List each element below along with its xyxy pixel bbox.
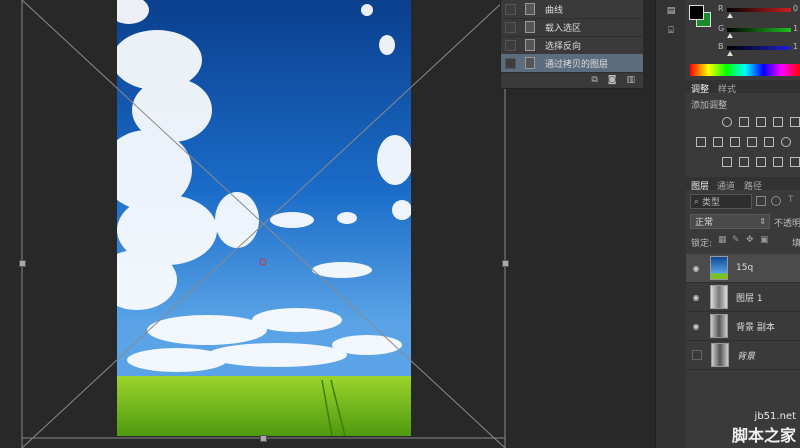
foreground-color-swatch[interactable] [689, 5, 704, 20]
history-item-label: 通过拷贝的图层 [545, 59, 609, 70]
right-panel: R 0 G 1 B 1 调整 样式 添加调整 图层 通道 路径 ⌕ 类型 T 正… [686, 0, 800, 448]
trash-icon[interactable]: ▥ [626, 75, 635, 85]
color-spectrum-bar[interactable] [690, 64, 800, 76]
history-item[interactable]: 曲线 [501, 0, 643, 19]
watermark-name: 脚本之家 [731, 426, 796, 445]
visibility-eye-icon[interactable]: ◉ [691, 322, 701, 331]
lock-position-icon[interactable]: ✥ [746, 235, 754, 245]
layer-thumbnail [711, 343, 729, 367]
adjustment-filter-icon[interactable] [771, 196, 781, 206]
layer-row[interactable]: ◉ 背景 副本 [686, 312, 800, 341]
layer-thumbnail [710, 256, 728, 280]
selective-color-icon[interactable] [790, 157, 800, 167]
green-value[interactable]: 1 [793, 24, 798, 33]
layer-name[interactable]: 15q [736, 263, 753, 273]
layer-name[interactable]: 图层 1 [736, 291, 763, 304]
tab-styles[interactable]: 样式 [718, 82, 736, 95]
photo-filter-icon[interactable] [747, 137, 757, 147]
layer-name[interactable]: 背景 [737, 349, 755, 362]
tab-layers[interactable]: 图层 [691, 179, 709, 192]
hue-saturation-icon[interactable] [696, 137, 706, 147]
history-item[interactable]: 选择反向 [501, 36, 643, 55]
blend-mode-dropdown[interactable]: 正常 ⇕ [690, 214, 770, 229]
document-icon [525, 3, 535, 15]
blue-channel-label: B [718, 42, 724, 51]
add-adjustment-label: 添加调整 [691, 101, 728, 111]
brightness-icon[interactable] [722, 117, 732, 127]
kind-filter-dropdown[interactable]: ⌕ 类型 [690, 194, 752, 209]
snapshot-checkbox[interactable] [505, 3, 516, 15]
document-icon [525, 21, 535, 33]
snapshot-checkbox[interactable] [505, 57, 516, 69]
new-snapshot-icon[interactable]: ⧉ [591, 75, 597, 85]
tab-channels[interactable]: 通道 [717, 179, 735, 192]
kind-filter-value: 类型 [702, 198, 721, 208]
visibility-eye-icon[interactable]: ◉ [691, 264, 701, 273]
threshold-icon[interactable] [756, 157, 766, 167]
blue-slider[interactable] [727, 46, 791, 50]
layer-row[interactable]: ◉ 图层 1 [686, 283, 800, 312]
color-lookup-icon[interactable] [781, 137, 791, 147]
tab-adjustments[interactable]: 调整 [691, 82, 709, 95]
history-item-label: 选择反向 [545, 41, 582, 52]
red-value[interactable]: 0 [793, 4, 798, 13]
watermark: jb51.net 脚本之家 [732, 411, 796, 446]
visibility-toggle-empty[interactable] [692, 350, 702, 360]
history-icon[interactable]: ⌸ [664, 26, 678, 36]
transform-handle-right[interactable] [502, 260, 509, 267]
gradient-map-icon[interactable] [773, 157, 783, 167]
history-panel: 曲线 载入选区 选择反向 通过拷贝的图层 ⧉ ◙ ▥ [500, 0, 643, 89]
histogram-icon[interactable]: ▤ [664, 6, 678, 16]
layer-thumbnail [710, 285, 728, 309]
channel-mixer-icon[interactable] [764, 137, 774, 147]
history-item-label: 曲线 [545, 5, 564, 16]
tab-paths[interactable]: 路径 [744, 179, 762, 192]
transform-handle-bottom[interactable] [260, 435, 267, 442]
document-icon [525, 57, 535, 69]
transform-handle-left[interactable] [19, 260, 26, 267]
red-channel-label: R [718, 4, 724, 13]
red-slider[interactable] [727, 8, 791, 12]
curves-icon[interactable] [756, 117, 766, 127]
snapshot-checkbox[interactable] [505, 21, 516, 33]
blue-slider-thumb[interactable] [727, 51, 733, 56]
lock-label: 锁定: [691, 239, 713, 249]
pixel-filter-icon[interactable] [756, 196, 766, 206]
black-white-icon[interactable] [730, 137, 740, 147]
blend-mode-value: 正常 [695, 218, 714, 228]
chevron-updown-icon: ⇕ [759, 217, 766, 226]
posterize-icon[interactable] [739, 157, 749, 167]
panel-icon-strip: ▤ ⌸ [655, 0, 687, 448]
camera-icon[interactable]: ◙ [608, 75, 617, 85]
vibrance-icon[interactable] [790, 117, 800, 127]
history-footer: ⧉ ◙ ▥ [501, 72, 643, 88]
lock-pixels-icon[interactable]: ✎ [732, 235, 740, 245]
layer-thumbnail [710, 314, 728, 338]
search-icon: ⌕ [694, 196, 700, 207]
blue-value[interactable]: 1 [793, 42, 798, 51]
type-filter-icon[interactable]: T [788, 195, 794, 205]
green-slider[interactable] [727, 28, 791, 32]
history-item[interactable]: 载入选区 [501, 18, 643, 37]
history-item-label: 载入选区 [545, 23, 582, 34]
layer-row[interactable]: 背景 [686, 341, 800, 370]
layer-name[interactable]: 背景 副本 [736, 320, 775, 333]
green-slider-thumb[interactable] [727, 33, 733, 38]
document-icon [525, 39, 535, 51]
levels-icon[interactable] [739, 117, 749, 127]
exposure-icon[interactable] [773, 117, 783, 127]
red-slider-thumb[interactable] [727, 13, 733, 18]
history-item-active[interactable]: 通过拷贝的图层 [501, 54, 643, 73]
lock-transparent-icon[interactable]: ▦ [718, 235, 727, 245]
visibility-eye-icon[interactable]: ◉ [691, 293, 701, 302]
green-channel-label: G [718, 24, 725, 33]
snapshot-checkbox[interactable] [505, 39, 516, 51]
watermark-site: jb51.net [754, 411, 796, 422]
lock-all-icon[interactable]: ▣ [760, 235, 769, 245]
invert-icon[interactable] [722, 157, 732, 167]
color-balance-icon[interactable] [713, 137, 723, 147]
layer-row-active[interactable]: ◉ 15q [686, 254, 800, 283]
opacity-label: 不透明 [774, 219, 800, 229]
fill-label: 填 [792, 239, 800, 249]
